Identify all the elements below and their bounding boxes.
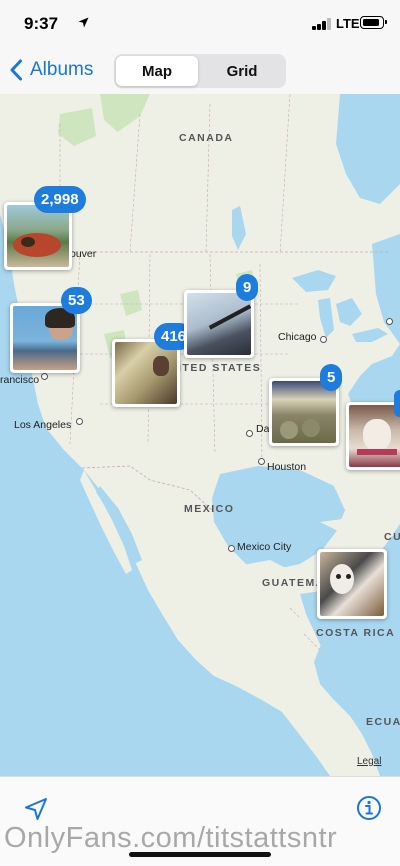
city-dot-mexico-city [228,545,235,552]
region-label-guatemala: GUATEMA [262,577,325,589]
cluster-count-badge [394,390,400,417]
back-label: Albums [30,59,94,80]
signal-icon [312,18,332,30]
navigation-arrow-icon [25,798,47,820]
cluster-count-badge: 2,998 [34,186,86,213]
watermark-text: OnlyFans.com/titstattsntr [4,822,338,854]
region-label-costa-rica: COSTA RICA [316,627,396,639]
photo-thumbnail [115,342,177,404]
segment-grid[interactable]: Grid [200,56,284,86]
photo-thumbnail [7,205,69,267]
view-segmented-control: Map Grid [114,54,286,88]
photo-cluster-california-coast[interactable] [10,303,80,373]
cluster-count-badge: 5 [320,364,343,391]
nav-bar: Albums Map Grid [0,48,400,94]
photo-thumbnail [320,552,384,616]
legal-link[interactable]: Legal [357,756,381,767]
info-icon [357,796,381,820]
status-time: 9:37 [24,14,59,33]
city-dot-los-angeles [76,418,83,425]
back-button[interactable]: Albums [8,58,93,82]
city-label-houston: Houston [267,461,307,473]
photo-cluster-central-america[interactable] [317,549,387,619]
chevron-left-icon [10,59,22,81]
segment-map[interactable]: Map [116,56,198,86]
city-label-chicago: Chicago [278,331,317,343]
city-label-mexico-city: Mexico City [237,541,292,553]
home-indicator[interactable] [129,852,271,857]
region-label-cuba: CU [384,531,400,543]
region-label-ecuador: ECUA [366,716,400,728]
city-dot-east [386,318,393,325]
city-label-san-francisco: rancisco [0,374,40,386]
city-dot-houston [258,458,265,465]
photo-thumbnail [349,405,400,467]
photo-thumbnail [13,306,77,370]
photo-map[interactable]: CANADA ITED STATES MEXICO GUATEMA COSTA … [0,94,400,776]
photo-cluster-southeast[interactable] [346,402,400,470]
city-dot-san-francisco [41,373,48,380]
city-dot-dallas [246,430,253,437]
city-label-vancouver: ouver [70,248,97,260]
info-button[interactable] [355,794,383,822]
region-label-united-states: ITED STATES [178,362,262,374]
cluster-count-badge: 9 [236,274,259,301]
city-label-los-angeles: Los Angeles [14,419,72,431]
photo-thumbnail [187,293,251,355]
status-bar: 9:37 LTE [0,0,400,48]
location-arrow-icon [78,17,89,28]
city-dot-chicago [320,336,327,343]
battery-icon [360,16,387,29]
region-label-mexico: MEXICO [184,503,235,515]
current-location-button[interactable] [22,795,50,823]
cluster-count-badge: 53 [61,287,92,314]
region-label-canada: CANADA [179,132,234,144]
network-type: LTE [336,16,360,31]
